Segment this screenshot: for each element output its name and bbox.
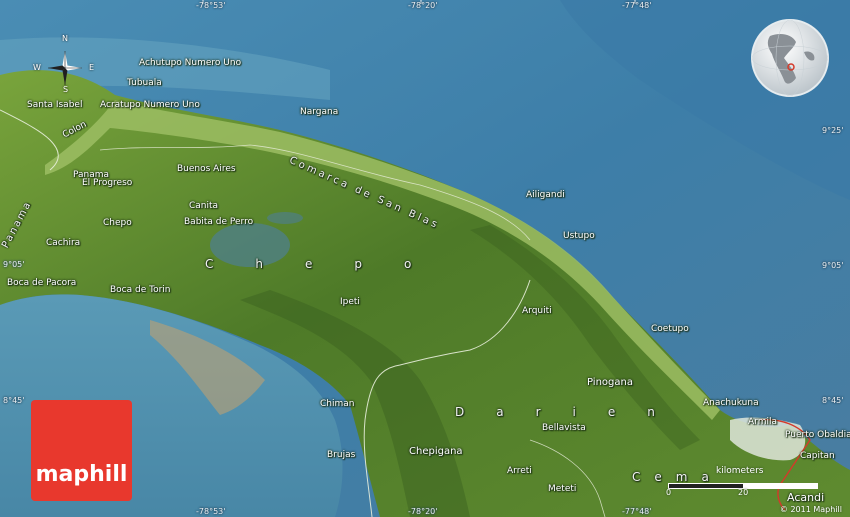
place-bellavista[interactable]: Bellavista (542, 423, 586, 433)
place-el-progreso[interactable]: El Progreso (82, 178, 132, 188)
place-ailigandi[interactable]: Ailigandi (526, 190, 565, 200)
place-canita[interactable]: Canita (189, 201, 218, 211)
place-chepo[interactable]: Chepo (103, 218, 132, 228)
maphill-logo[interactable]: maphill (31, 400, 132, 501)
place-chiman[interactable]: Chiman (320, 399, 354, 409)
compass-e: E (89, 63, 95, 72)
place-meteti[interactable]: Meteti (548, 484, 576, 494)
place-acratupo[interactable]: Acratupo Numero Uno (100, 100, 200, 110)
place-buenos-aires[interactable]: Buenos Aires (177, 164, 236, 174)
place-coetupo[interactable]: Coetupo (651, 324, 689, 334)
copyright: © 2011 Maphill (779, 505, 842, 514)
coord-right-2: 9°05' (822, 261, 844, 270)
place-arquiti[interactable]: Arquiti (522, 306, 552, 316)
place-tubuala[interactable]: Tubuala (127, 78, 162, 88)
coord-left-2: 8°45' (3, 396, 25, 405)
scale-tick-0: 0 (666, 488, 672, 497)
place-cachira[interactable]: Cachira (46, 238, 80, 248)
logo-text: maphill (35, 462, 128, 487)
region-chepo[interactable]: Chepo (205, 257, 453, 271)
place-nargana[interactable]: Nargana (300, 107, 338, 117)
place-achutupo[interactable]: Achutupo Numero Uno (139, 58, 241, 68)
place-babita[interactable]: Babita de Perro (184, 217, 253, 227)
compass-w: W (33, 63, 41, 72)
coord-top-2: -78°20' (408, 1, 438, 10)
place-ustupo[interactable]: Ustupo (563, 231, 595, 241)
place-anachukuna[interactable]: Anachukuna (703, 398, 759, 408)
lake-inlet (267, 212, 303, 224)
place-puerto-obaldia[interactable]: Puerto Obaldia (785, 430, 850, 440)
place-arreti[interactable]: Arreti (507, 466, 532, 476)
compass-n: N (62, 34, 68, 43)
place-capitan[interactable]: Capitan (800, 451, 835, 461)
coord-right-1: 9°25' (822, 126, 844, 135)
place-santa-isabel[interactable]: Santa Isabel (27, 100, 82, 110)
scale-tick-20: 20 (738, 488, 749, 497)
place-boca-pacora[interactable]: Boca de Pacora (7, 278, 76, 288)
globe-locator (750, 18, 830, 98)
place-brujas[interactable]: Brujas (327, 450, 355, 460)
coord-right-3: 8°45' (822, 396, 844, 405)
place-armila[interactable]: Armila (748, 417, 777, 427)
coord-bottom-2: -78°20' (408, 507, 438, 516)
scale-title: kilometers (716, 466, 764, 476)
compass-s: S (63, 85, 69, 94)
coord-top-1: -78°53' (196, 1, 226, 10)
coord-bottom-3: -77°48' (622, 507, 652, 516)
scale-bar: kilometers 0 20 (666, 466, 818, 497)
place-ipeti[interactable]: Ipeti (340, 297, 360, 307)
region-darien[interactable]: Darien (455, 405, 687, 419)
place-chepigana[interactable]: Chepigana (409, 446, 463, 457)
coord-left-1: 9°05' (3, 260, 25, 269)
place-boca-torin[interactable]: Boca de Torin (110, 285, 171, 295)
globe-icon (751, 19, 829, 97)
compass-rose: N S W E (33, 34, 94, 94)
coord-top-3: -77°48' (622, 1, 652, 10)
coord-bottom-1: -78°53' (196, 507, 226, 516)
place-pinogana[interactable]: Pinogana (587, 377, 633, 388)
